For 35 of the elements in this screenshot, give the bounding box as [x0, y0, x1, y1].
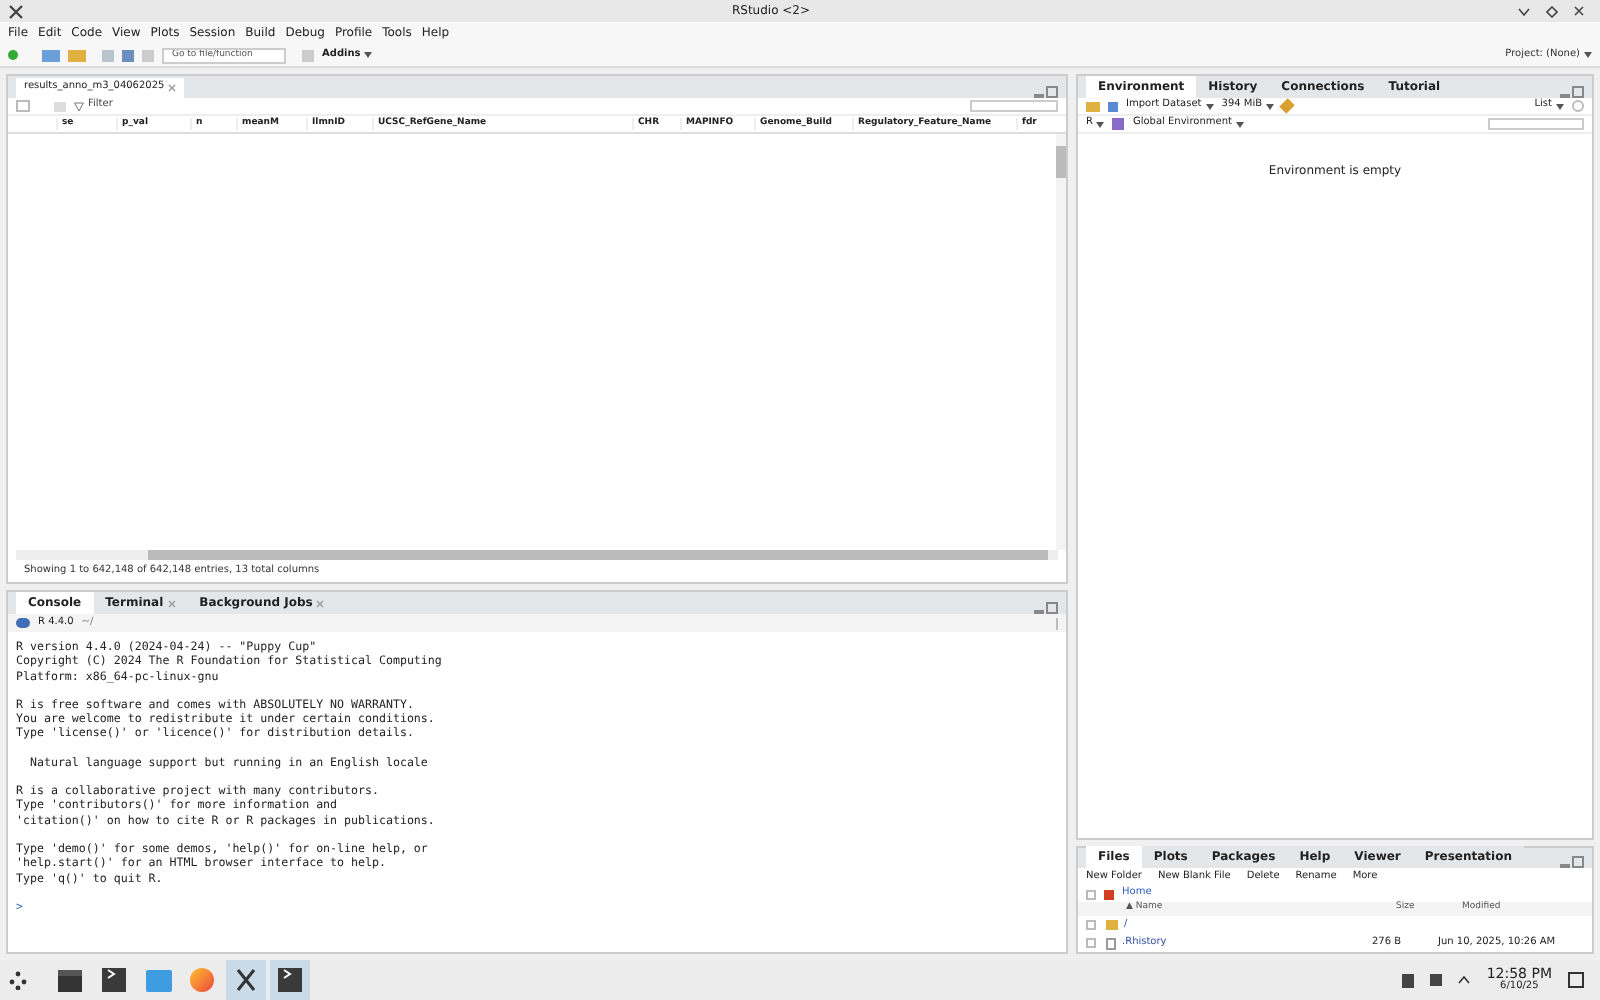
terminal-icon[interactable]: [278, 968, 302, 992]
close-icon[interactable]: [168, 84, 177, 92]
file-icon: [1106, 937, 1116, 949]
search-field[interactable]: [1488, 118, 1584, 130]
vertical-scrollbar[interactable]: [1056, 134, 1066, 550]
maximize-icon[interactable]: [1572, 86, 1584, 98]
maximize-icon[interactable]: [1046, 86, 1058, 98]
maximize-icon[interactable]: [1572, 856, 1584, 868]
tray-expand-icon[interactable]: [1458, 976, 1471, 984]
caret-icon: [364, 52, 373, 58]
search-field[interactable]: [970, 100, 1058, 112]
caret-icon: [1205, 103, 1214, 109]
close-icon[interactable]: [167, 599, 176, 607]
minimize-button[interactable]: [1518, 7, 1530, 15]
caret-icon: [1235, 121, 1244, 127]
add-icon[interactable]: [8, 50, 18, 60]
filter-icon: [74, 101, 84, 111]
caret-icon: [1266, 103, 1275, 109]
maximize-button[interactable]: [1546, 5, 1558, 17]
show-desktop-icon[interactable]: [1568, 972, 1584, 988]
close-icon[interactable]: [316, 599, 325, 607]
app-logo-icon: [8, 3, 24, 19]
x-logo-icon[interactable]: [234, 968, 258, 992]
caret-icon: [1556, 103, 1564, 109]
caret-icon: [1584, 52, 1592, 58]
checkbox[interactable]: [1086, 920, 1096, 930]
checkbox[interactable]: [1086, 938, 1096, 948]
launcher-icon[interactable]: [8, 970, 28, 990]
back-icon[interactable]: [16, 100, 30, 112]
checkbox[interactable]: [1086, 889, 1096, 899]
horizontal-scrollbar[interactable]: [16, 550, 1058, 560]
caret-icon: [1096, 121, 1105, 127]
refresh-icon[interactable]: [1572, 100, 1584, 112]
terminal-icon[interactable]: [102, 968, 126, 992]
close-button[interactable]: [1574, 6, 1584, 16]
